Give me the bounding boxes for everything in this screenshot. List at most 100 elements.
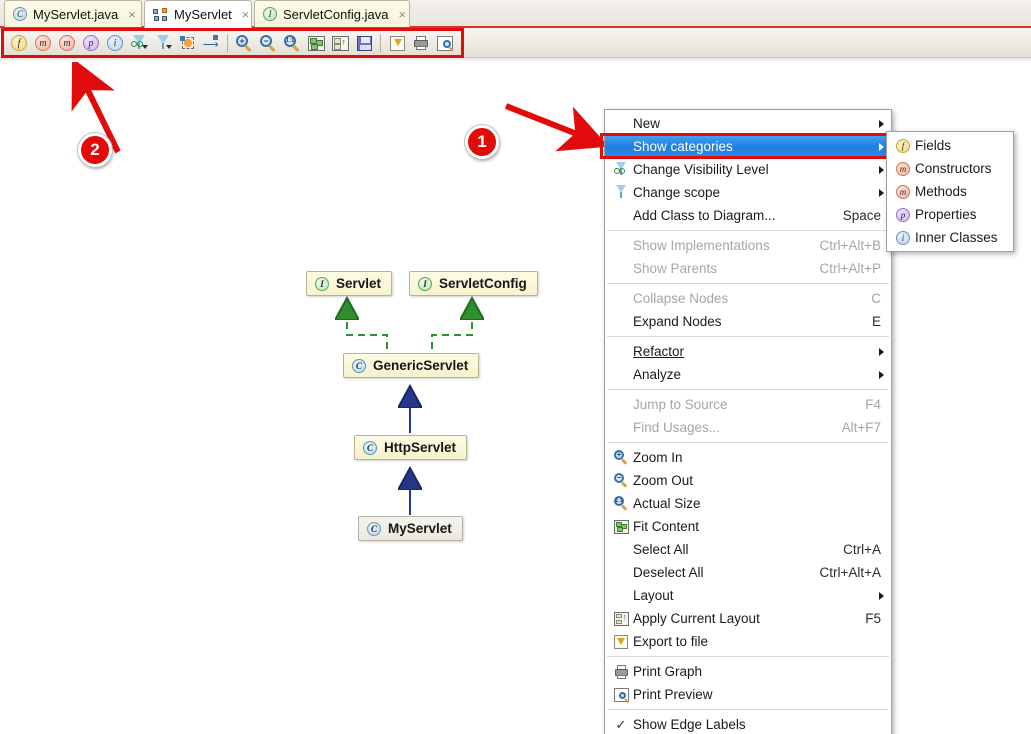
toolbar-show-fields-button[interactable]: f <box>7 32 31 54</box>
toolbar-actual-size-button[interactable]: 1:1 <box>280 32 304 54</box>
actual-size-icon: 1:1 <box>283 34 301 52</box>
show-categories-submenu[interactable]: f Fields m Constructors m Methods p Prop… <box>886 131 1014 252</box>
menu-item-label: Layout <box>633 588 674 603</box>
toolbar-show-inner-classes-button[interactable]: i <box>103 32 127 54</box>
menu-item-apply-current-layout[interactable]: ↑ Apply Current Layout F5 <box>605 607 891 630</box>
visibility-filter-icon <box>130 35 148 51</box>
context-menu[interactable]: New Show categories Change Visibility Le… <box>604 109 892 734</box>
menu-item-change-visibility-level[interactable]: Change Visibility Level <box>605 158 891 181</box>
menu-item-fit-content[interactable]: Fit Content <box>605 515 891 538</box>
toolbar-apply-current-layout-button[interactable]: ↑ <box>328 32 352 54</box>
fields-icon: f <box>11 35 27 51</box>
toolbar-change-scope-button[interactable] <box>151 32 175 54</box>
toolbar-separator <box>380 34 381 52</box>
chevron-right-icon <box>879 188 884 197</box>
menu-item-refactor[interactable]: Refactor <box>605 340 891 363</box>
properties-icon: p <box>893 207 913 222</box>
node-label: HttpServlet <box>384 440 457 455</box>
menu-item-show-edge-labels[interactable]: ✓ Show Edge Labels <box>605 713 891 734</box>
menu-separator <box>607 656 889 657</box>
diagram-node-servlet[interactable]: I Servlet <box>306 271 393 296</box>
node-label: GenericServlet <box>373 358 469 373</box>
toolbar-save-button[interactable] <box>352 32 376 54</box>
submenu-item-fields[interactable]: f Fields <box>887 134 1013 157</box>
menu-item-deselect-all[interactable]: Deselect All Ctrl+Alt+A <box>605 561 891 584</box>
check-icon: ✓ <box>615 716 627 732</box>
tab-myservlet-java[interactable]: C MyServlet.java × <box>4 0 142 27</box>
menu-item-print-preview[interactable]: Print Preview <box>605 683 891 706</box>
menu-item-change-scope[interactable]: Change scope <box>605 181 891 204</box>
menu-item-export-to-file[interactable]: Export to file <box>605 630 891 653</box>
diagram-node-servletconfig[interactable]: I ServletConfig <box>409 271 538 296</box>
menu-item-show-parents: Show Parents Ctrl+Alt+P <box>605 257 891 280</box>
menu-item-analyze[interactable]: Analyze <box>605 363 891 386</box>
submenu-item-constructors[interactable]: m Constructors <box>887 157 1013 180</box>
toolbar-show-properties-button[interactable]: p <box>79 32 103 54</box>
diagram-toolbar[interactable]: f m m p i ⟶ + − 1:1 ↑ <box>1 28 464 58</box>
menu-item-new[interactable]: New <box>605 112 891 135</box>
class-icon: C <box>367 521 381 536</box>
menu-separator <box>607 230 889 231</box>
constructors-icon: m <box>893 161 913 176</box>
submenu-item-properties[interactable]: p Properties <box>887 203 1013 226</box>
toolbar-zoom-in-button[interactable]: + <box>232 32 256 54</box>
menu-item-label: Refactor <box>633 344 685 359</box>
abstract-class-icon: C <box>352 358 366 373</box>
submenu-item-inner-classes[interactable]: i Inner Classes <box>887 226 1013 249</box>
toolbar-separator <box>227 34 228 52</box>
toolbar-show-constructors-button[interactable]: m <box>31 32 55 54</box>
expand-nodes-icon <box>179 35 196 51</box>
toolbar-export-to-file-button[interactable] <box>385 32 409 54</box>
menu-item-find-usages: Find Usages... Alt+F7 <box>605 416 891 439</box>
submenu-item-label: Properties <box>915 207 977 222</box>
tab-myservlet-diagram[interactable]: MyServlet × <box>144 0 252 28</box>
menu-item-label: Show Parents <box>633 261 718 276</box>
menu-item-label: Zoom Out <box>633 473 694 488</box>
properties-icon: p <box>83 35 99 51</box>
tab-close-icon[interactable]: × <box>399 8 407 21</box>
menu-item-zoom-in[interactable]: + Zoom In <box>605 446 891 469</box>
menu-item-zoom-out[interactable]: − Zoom Out <box>605 469 891 492</box>
toolbar-print-preview-button[interactable] <box>433 32 457 54</box>
print-preview-icon <box>437 35 454 51</box>
menu-item-label: Analyze <box>633 367 682 382</box>
toolbar-expand-nodes-button[interactable] <box>175 32 199 54</box>
tab-servletconfig-java[interactable]: I ServletConfig.java × <box>254 0 410 27</box>
toolbar-print-graph-button[interactable] <box>409 32 433 54</box>
edge-genericservlet-servletconfig <box>431 300 472 361</box>
chevron-right-icon <box>879 591 884 600</box>
menu-item-actual-size[interactable]: 1:1 Actual Size <box>605 492 891 515</box>
menu-item-accelerator: Space <box>842 208 881 223</box>
menu-item-show-categories[interactable]: Show categories <box>605 135 891 158</box>
menu-item-add-class-to-diagram[interactable]: Add Class to Diagram... Space <box>605 204 891 227</box>
menu-item-label: Show Edge Labels <box>633 717 746 732</box>
node-label: ServletConfig <box>439 276 527 291</box>
print-icon <box>611 664 631 679</box>
toolbar-fit-content-button[interactable] <box>304 32 328 54</box>
tab-close-icon[interactable]: × <box>128 8 136 21</box>
submenu-item-methods[interactable]: m Methods <box>887 180 1013 203</box>
menu-item-accelerator: Ctrl+A <box>843 542 881 557</box>
menu-item-select-all[interactable]: Select All Ctrl+A <box>605 538 891 561</box>
toolbar-change-visibility-level-button[interactable] <box>127 32 151 54</box>
menu-item-collapse-nodes: Collapse Nodes C <box>605 287 891 310</box>
diagram-node-httpservlet[interactable]: C HttpServlet <box>354 435 468 460</box>
chevron-right-icon <box>879 142 884 151</box>
menu-item-print-graph[interactable]: Print Graph <box>605 660 891 683</box>
toolbar-show-methods-button[interactable]: m <box>55 32 79 54</box>
toolbar-zoom-out-button[interactable]: − <box>256 32 280 54</box>
chevron-right-icon <box>879 165 884 174</box>
menu-item-label: Select All <box>633 542 689 557</box>
diagram-node-genericservlet[interactable]: C GenericServlet <box>343 353 480 378</box>
menu-item-layout[interactable]: Layout <box>605 584 891 607</box>
tab-label: ServletConfig.java <box>283 6 389 22</box>
methods-icon: m <box>59 35 75 51</box>
toolbar-collapse-nodes-button[interactable]: ⟶ <box>199 32 223 54</box>
export-icon <box>389 35 405 51</box>
menu-item-expand-nodes[interactable]: Expand Nodes E <box>605 310 891 333</box>
tab-close-icon[interactable]: × <box>242 8 250 21</box>
menu-item-label: Change scope <box>633 185 721 200</box>
node-label: Servlet <box>336 276 382 291</box>
edge-genericservlet-servlet <box>347 300 388 361</box>
diagram-node-myservlet[interactable]: C MyServlet <box>358 516 463 541</box>
